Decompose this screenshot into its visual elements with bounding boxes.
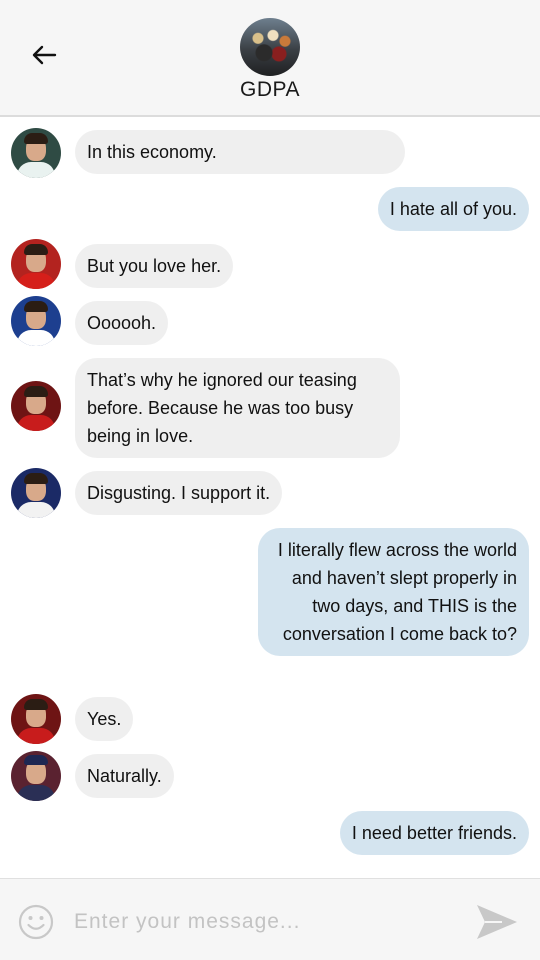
message-bubble-incoming: Naturally.	[75, 754, 174, 798]
emoji-button[interactable]	[18, 904, 54, 940]
sender-avatar[interactable]	[11, 694, 61, 744]
message-input[interactable]	[74, 903, 454, 941]
message-bubble-incoming: That’s why he ignored our teasing before…	[75, 358, 400, 458]
sender-avatar[interactable]	[11, 381, 61, 431]
message-list[interactable]: In this economy. I hate all of you. But …	[0, 119, 540, 877]
arrow-left-icon	[32, 45, 57, 65]
message-bubble-outgoing: I hate all of you.	[377, 187, 529, 231]
sender-avatar[interactable]	[11, 751, 61, 801]
sender-avatar[interactable]	[11, 128, 61, 178]
message-bubble-incoming: Oooooh.	[75, 301, 169, 345]
sender-avatar[interactable]	[11, 468, 61, 518]
group-avatar[interactable]	[240, 18, 300, 76]
send-button[interactable]	[474, 901, 520, 943]
chat-header: GDPA	[0, 0, 540, 117]
message-bubble-incoming: Disgusting. I support it.	[75, 471, 283, 515]
message-composer	[0, 878, 540, 960]
smiley-icon	[18, 904, 54, 940]
back-button[interactable]	[26, 40, 62, 70]
message-bubble-incoming: In this economy.	[75, 130, 405, 174]
send-icon	[477, 905, 517, 939]
message-bubble-incoming: Yes.	[75, 697, 134, 741]
group-name: GDPA	[240, 78, 300, 101]
message-bubble-outgoing: I literally flew across the world and ha…	[258, 528, 529, 656]
message-bubble-incoming: But you love her.	[75, 244, 234, 288]
message-bubble-outgoing: I need better friends.	[339, 811, 529, 855]
sender-avatar[interactable]	[11, 296, 61, 346]
sender-avatar[interactable]	[11, 239, 61, 289]
